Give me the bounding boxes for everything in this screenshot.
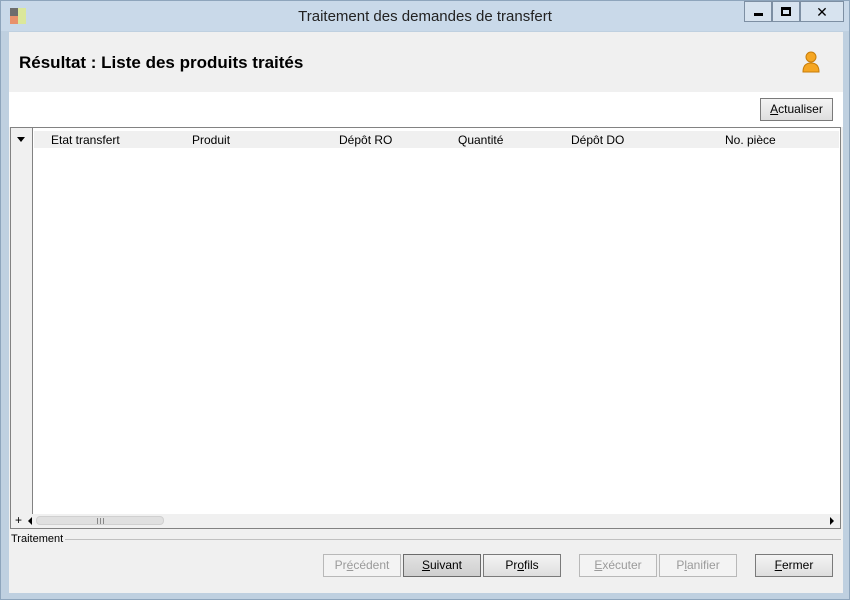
maximize-icon: [781, 7, 791, 16]
minimize-icon: [753, 12, 763, 16]
header-band: Résultat : Liste des produits traités: [9, 32, 843, 92]
application-window: Traitement des demandes de transfert ✕ R…: [0, 0, 850, 600]
grid-column-headers: Etat transfert Produit Dépôt RO Quantité…: [34, 131, 839, 148]
previous-button[interactable]: Précédent: [323, 554, 401, 577]
client-area: Résultat : Liste des produits traités Ac…: [9, 32, 843, 593]
title-bar[interactable]: Traitement des demandes de transfert ✕: [1, 1, 849, 31]
group-label-traitement: Traitement: [11, 533, 64, 545]
grip-icon: [97, 518, 104, 524]
results-grid[interactable]: Etat transfert Produit Dépôt RO Quantité…: [10, 127, 841, 529]
column-header-etat-transfert[interactable]: Etat transfert: [51, 133, 120, 147]
row-header-column: [11, 128, 33, 528]
maximize-button[interactable]: [772, 1, 800, 22]
page-title: Résultat : Liste des produits traités: [19, 53, 304, 72]
scrollbar-thumb[interactable]: [36, 516, 164, 525]
minimize-button[interactable]: [744, 1, 772, 22]
execute-button[interactable]: Exécuter: [579, 554, 657, 577]
window-title: Traitement des demandes de transfert: [298, 8, 552, 25]
column-header-quantite[interactable]: Quantité: [458, 133, 503, 147]
expand-plus-icon[interactable]: +: [15, 513, 22, 527]
close-button[interactable]: Fermer: [755, 554, 833, 577]
user-icon[interactable]: [801, 51, 821, 73]
column-header-produit[interactable]: Produit: [192, 133, 230, 147]
profiles-button[interactable]: Profils: [483, 554, 561, 577]
row-selector-arrow-icon[interactable]: [17, 137, 25, 142]
close-icon: ✕: [816, 3, 828, 20]
column-header-depot-do[interactable]: Dépôt DO: [571, 133, 624, 147]
refresh-button[interactable]: Actualiser: [760, 98, 833, 121]
scroll-right-arrow-icon[interactable]: [830, 517, 834, 525]
toolbar-strip: [9, 92, 843, 127]
next-button[interactable]: Suivant: [403, 554, 481, 577]
column-header-no-piece[interactable]: No. pièce: [725, 133, 776, 147]
schedule-button[interactable]: Planifier: [659, 554, 737, 577]
scroll-left-arrow-icon[interactable]: [28, 517, 32, 525]
close-window-button[interactable]: ✕: [800, 1, 844, 22]
horizontal-scrollbar[interactable]: +: [11, 513, 840, 528]
column-header-depot-ro[interactable]: Dépôt RO: [339, 133, 392, 147]
group-divider: [65, 539, 841, 540]
